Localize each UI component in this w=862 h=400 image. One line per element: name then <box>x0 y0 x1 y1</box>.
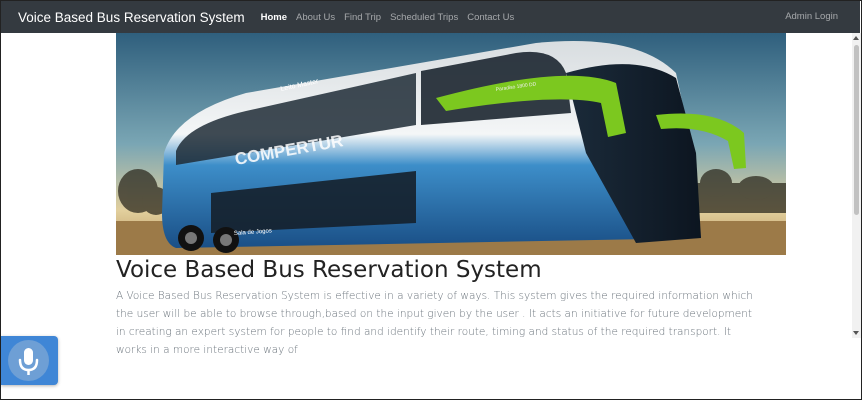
scroll-down-arrow-icon[interactable] <box>853 331 859 335</box>
admin-login-link[interactable]: Admin Login <box>785 11 838 22</box>
navbar-brand[interactable]: Voice Based Bus Reservation System <box>18 10 245 25</box>
page-scrollbar[interactable] <box>852 33 861 338</box>
microphone-icon <box>18 348 39 375</box>
nav-link-about-us[interactable]: About Us <box>296 12 335 23</box>
hero-bus-image: COMPERTUR Leito Master Sala de Jogos Par… <box>116 33 786 255</box>
page-title: Voice Based Bus Reservation System <box>116 257 542 283</box>
nav-links: Home About Us Find Trip Scheduled Trips … <box>261 12 524 23</box>
page-description: A Voice Based Bus Reservation System is … <box>116 290 753 356</box>
nav-link-contact-us[interactable]: Contact Us <box>467 12 514 23</box>
voice-search-button[interactable] <box>1 336 58 385</box>
scroll-up-arrow-icon[interactable] <box>853 36 859 40</box>
navbar: Voice Based Bus Reservation System Home … <box>1 1 860 33</box>
nav-link-find-trip[interactable]: Find Trip <box>344 12 381 23</box>
scrollbar-thumb[interactable] <box>854 45 859 215</box>
nav-link-scheduled-trips[interactable]: Scheduled Trips <box>390 12 458 23</box>
voice-button-circle <box>8 340 49 381</box>
nav-link-home[interactable]: Home <box>261 12 287 23</box>
bus-illustration: COMPERTUR Leito Master Sala de Jogos Par… <box>116 33 786 255</box>
